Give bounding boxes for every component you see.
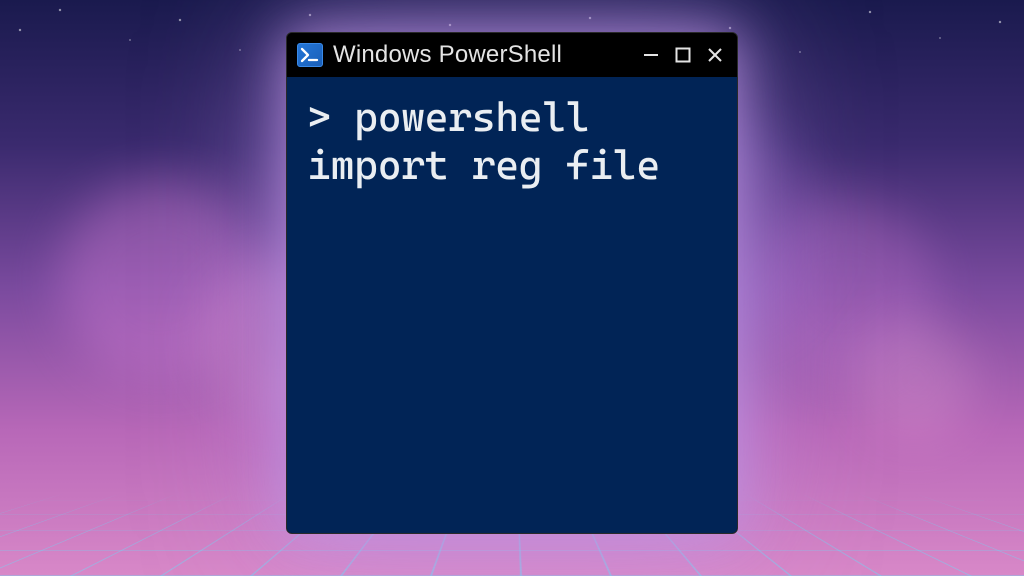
- powershell-window: Windows PowerShell > powershell impor: [286, 32, 738, 534]
- minimize-button[interactable]: [641, 45, 661, 65]
- window-titlebar[interactable]: Windows PowerShell: [287, 33, 737, 77]
- powershell-icon: [297, 43, 323, 67]
- bokeh-light: [854, 320, 974, 440]
- command-text: powershell import reg file: [307, 93, 660, 189]
- window-title: Windows PowerShell: [333, 41, 631, 69]
- maximize-button[interactable]: [673, 45, 693, 65]
- prompt-symbol: >: [307, 93, 354, 141]
- terminal-viewport[interactable]: > powershell import reg file: [287, 77, 737, 533]
- window-controls: [641, 45, 725, 65]
- command-line: > powershell import reg file: [307, 93, 717, 190]
- close-button[interactable]: [705, 45, 725, 65]
